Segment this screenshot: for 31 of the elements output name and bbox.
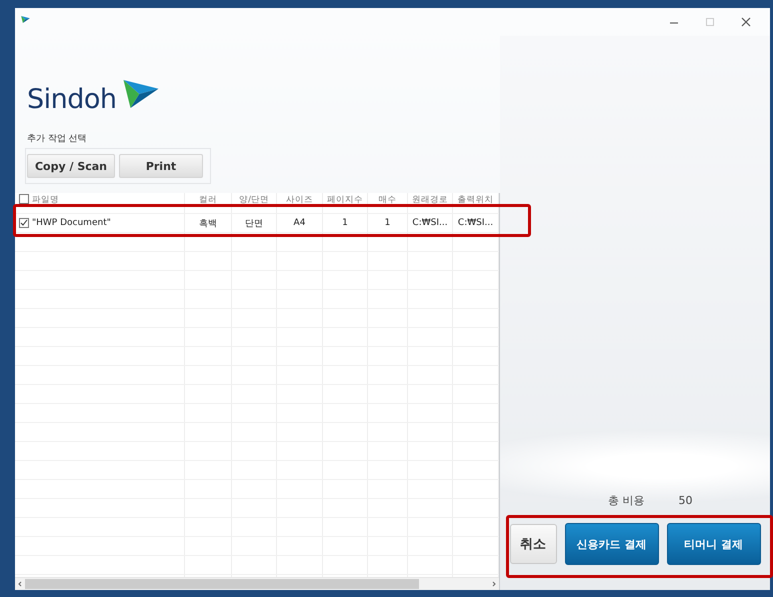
app-icon (21, 16, 30, 22)
cancel-button[interactable]: 취소 (510, 524, 556, 564)
table-cell-text: 단면 (245, 218, 263, 230)
table-cell: 1 (384, 218, 390, 228)
column-header: 원래경로 (412, 194, 448, 206)
group-label: 추가 작업 선택 (27, 133, 88, 145)
column-header: 파일명 (32, 194, 59, 206)
table-cell: C:₩SI... (458, 218, 494, 228)
close-icon[interactable] (740, 16, 752, 28)
column-header: 양/단면 (239, 194, 269, 206)
total-label: 총 비용 (608, 495, 644, 507)
table-cell-text: 흑백 (199, 218, 217, 230)
total-value: 50 (678, 495, 692, 507)
checkbox[interactable] (19, 194, 29, 204)
column-header: 페이지수 (327, 194, 363, 206)
payment-button[interactable]: 티머니 결제 (666, 523, 760, 565)
table-cell: A4 (294, 218, 306, 228)
scrollbar-thumb[interactable] (25, 579, 420, 589)
task-button[interactable]: Copy / Scan (27, 154, 115, 178)
column-header: 컬러 (199, 194, 217, 206)
column-header: 매수 (378, 194, 396, 206)
column-header: 출력위치 (458, 194, 494, 206)
payment-button[interactable]: 신용카드 결제 (564, 523, 658, 565)
brand-name: Sindoh (27, 84, 117, 114)
column-header: 사이즈 (286, 194, 313, 206)
task-button[interactable]: Print (119, 154, 203, 178)
checkbox[interactable] (19, 218, 29, 228)
table-cell: C:₩SI... (412, 218, 448, 228)
logo-icon (120, 80, 161, 108)
table-cell: "HWP Document" (32, 218, 111, 228)
table-cell: 1 (342, 218, 348, 228)
